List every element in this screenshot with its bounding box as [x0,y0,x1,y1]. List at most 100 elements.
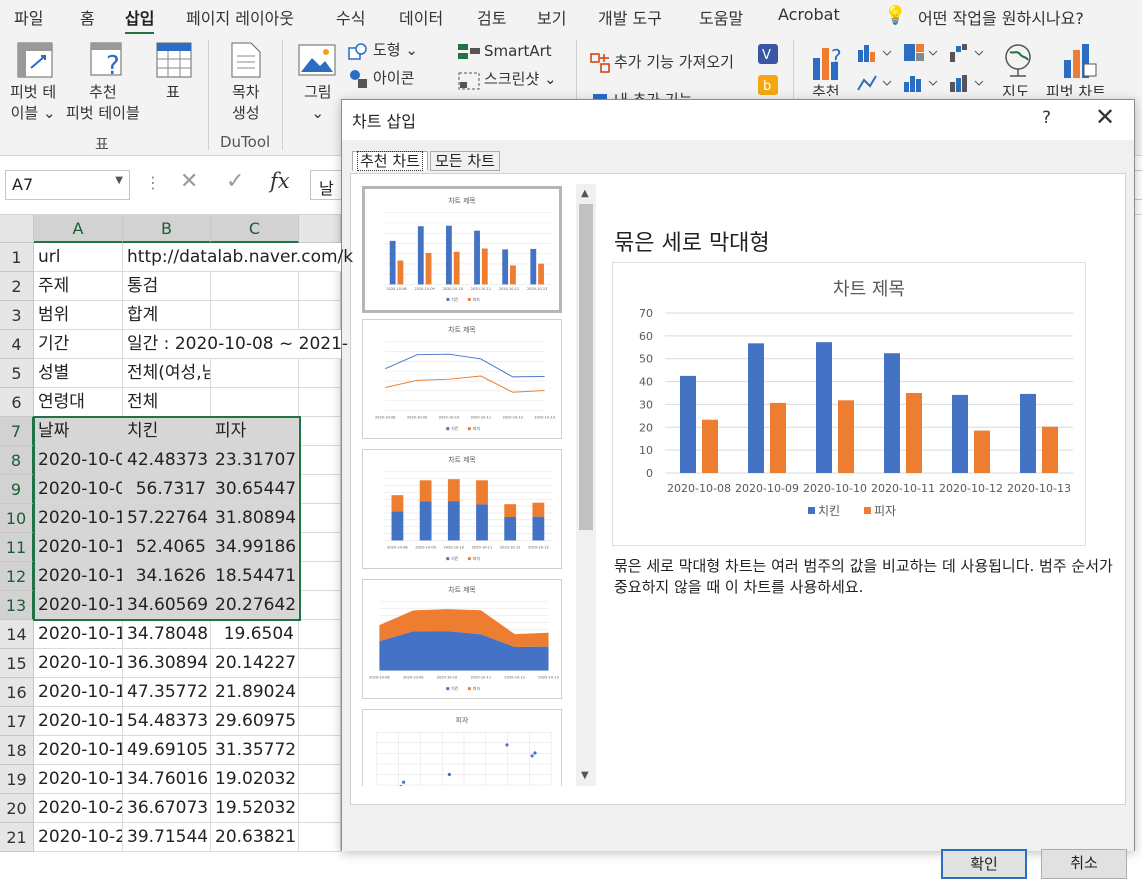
cell-c[interactable]: 20.27642 [211,591,299,620]
column-header-b[interactable]: B [123,215,211,243]
cell-b[interactable]: 36.30894 [123,649,211,678]
tell-me-search[interactable]: 어떤 작업을 원하시나요? [918,5,1084,29]
menu-page-layout[interactable]: 페이지 레이아웃 [186,5,294,29]
cell-b[interactable]: 전체(여성,남성) [123,359,211,388]
cell-a[interactable]: 성별 [34,359,123,388]
cell-a[interactable]: 2020-10-2 [34,794,123,823]
thumbnail-clustered-column[interactable]: 차트 제목 2020-10-08 2020-10-09 2020-10-10 2020-… [362,186,562,313]
cell-a[interactable]: 2020-10-1 [34,591,123,620]
cell-b[interactable]: 합계 [123,301,211,330]
cell-d[interactable] [299,504,341,533]
cell-c[interactable]: 34.99186 [211,533,299,562]
cell-c[interactable]: 21.89024 [211,678,299,707]
cell-d[interactable] [299,475,341,504]
column-header-c[interactable]: C [211,215,299,243]
waterfall-chart-icon[interactable] [948,42,988,64]
cell-a[interactable]: 기간 [34,330,123,359]
cell-d[interactable] [299,794,341,823]
cell-b[interactable]: 49.69105 [123,736,211,765]
insert-function-icon[interactable]: fx [270,169,290,193]
ok-button[interactable]: 확인 [941,849,1027,879]
cell-b[interactable]: 일간 : 2020-10-08 ~ 2021- [123,330,348,359]
cell-b[interactable]: 치킨 [123,417,211,446]
menu-home[interactable]: 홈 [80,5,95,29]
row-header[interactable]: 18 [0,736,34,765]
cell-b[interactable]: 39.71544 [123,823,211,852]
row-header[interactable]: 6 [0,388,34,417]
cell-a[interactable]: 2020-10-0 [34,475,123,504]
column-header-d[interactable] [299,215,341,243]
cell-c[interactable]: 31.80894 [211,504,299,533]
column-chart-icon[interactable] [856,42,896,64]
menu-view[interactable]: 보기 [537,5,566,29]
row-header[interactable]: 2 [0,272,34,301]
cell-d[interactable] [299,620,341,649]
cell-c[interactable] [211,272,299,301]
cell-b[interactable]: 전체 [123,388,211,417]
select-all-corner[interactable] [0,215,34,243]
cell-b[interactable]: 34.60569 [123,591,211,620]
cell-b[interactable]: 56.7317 [123,475,211,504]
row-header[interactable]: 12 [0,562,34,591]
cell-c[interactable]: 23.31707 [211,446,299,475]
name-box[interactable]: A7 ▼ [5,170,130,200]
thumbnail-line[interactable]: 차트 제목 2020-10-08 2020-10-09 2020-10-10 2020-… [362,319,562,439]
tab-recommended-charts[interactable]: 추천 차트 [352,151,428,171]
cell-a[interactable]: 범위 [34,301,123,330]
cell-b[interactable]: 36.67073 [123,794,211,823]
chevron-down-icon[interactable]: ▼ [115,175,123,186]
row-header[interactable]: 11 [0,533,34,562]
tab-all-charts[interactable]: 모든 차트 [430,151,500,171]
hierarchy-chart-icon[interactable] [902,42,942,64]
help-button[interactable]: ? [1042,108,1051,128]
row-header[interactable]: 5 [0,359,34,388]
scrollbar-thumb[interactable] [579,204,593,530]
cell-a[interactable]: 2020-10-1 [34,736,123,765]
row-header[interactable]: 10 [0,504,34,533]
close-icon[interactable]: ✕ [1095,103,1115,131]
cell-b[interactable]: http://datalab.naver.com/k [123,243,353,272]
column-header-a[interactable]: A [34,215,123,243]
cell-c[interactable]: 29.60975 [211,707,299,736]
cell-a[interactable]: 2020-10-2 [34,823,123,852]
cell-c[interactable]: 31.35772 [211,736,299,765]
menu-help[interactable]: 도움말 [699,5,743,29]
cell-c[interactable]: 20.63821 [211,823,299,852]
cell-d[interactable] [299,272,341,301]
row-header[interactable]: 17 [0,707,34,736]
line-chart-icon[interactable] [856,72,896,94]
cell-d[interactable] [299,359,341,388]
cell-b[interactable]: 34.76016 [123,765,211,794]
thumbnail-scrollbar[interactable]: ▲ ▼ [576,184,596,786]
row-header[interactable]: 21 [0,823,34,852]
cell-b[interactable]: 34.78048 [123,620,211,649]
menu-acrobat[interactable]: Acrobat [778,5,840,24]
cell-a[interactable]: 2020-10-1 [34,765,123,794]
row-header[interactable]: 14 [0,620,34,649]
cell-c[interactable]: 19.02032 [211,765,299,794]
thumbnail-stacked-column[interactable]: 차트 제목 2020-10-08 2020-10-09 2020-10-10 2020-… [362,449,562,569]
cell-b[interactable]: 34.1626 [123,562,211,591]
combo-chart-icon[interactable] [948,72,988,94]
cell-a[interactable]: 2020-10-1 [34,562,123,591]
confirm-entry-icon[interactable]: ✓ [226,169,244,194]
cell-d[interactable] [299,707,341,736]
cell-d[interactable] [299,417,341,446]
cell-d[interactable] [299,765,341,794]
cell-a[interactable]: 연령대 [34,388,123,417]
cell-b[interactable]: 54.48373 [123,707,211,736]
thumbnail-scatter[interactable]: 피자 [362,709,562,786]
scroll-down-icon[interactable]: ▼ [581,770,589,781]
cell-c[interactable]: 20.14227 [211,649,299,678]
cell-d[interactable] [299,446,341,475]
cell-b[interactable]: 57.22764 [123,504,211,533]
row-header[interactable]: 8 [0,446,34,475]
cell-a[interactable]: 주제 [34,272,123,301]
cell-a[interactable]: 2020-10-0 [34,446,123,475]
cell-a[interactable]: 2020-10-1 [34,707,123,736]
cell-d[interactable] [299,736,341,765]
cell-a[interactable]: 2020-10-1 [34,678,123,707]
row-header[interactable]: 13 [0,591,34,620]
cell-a[interactable]: 날짜 [34,417,123,446]
menu-review[interactable]: 검토 [477,5,506,29]
